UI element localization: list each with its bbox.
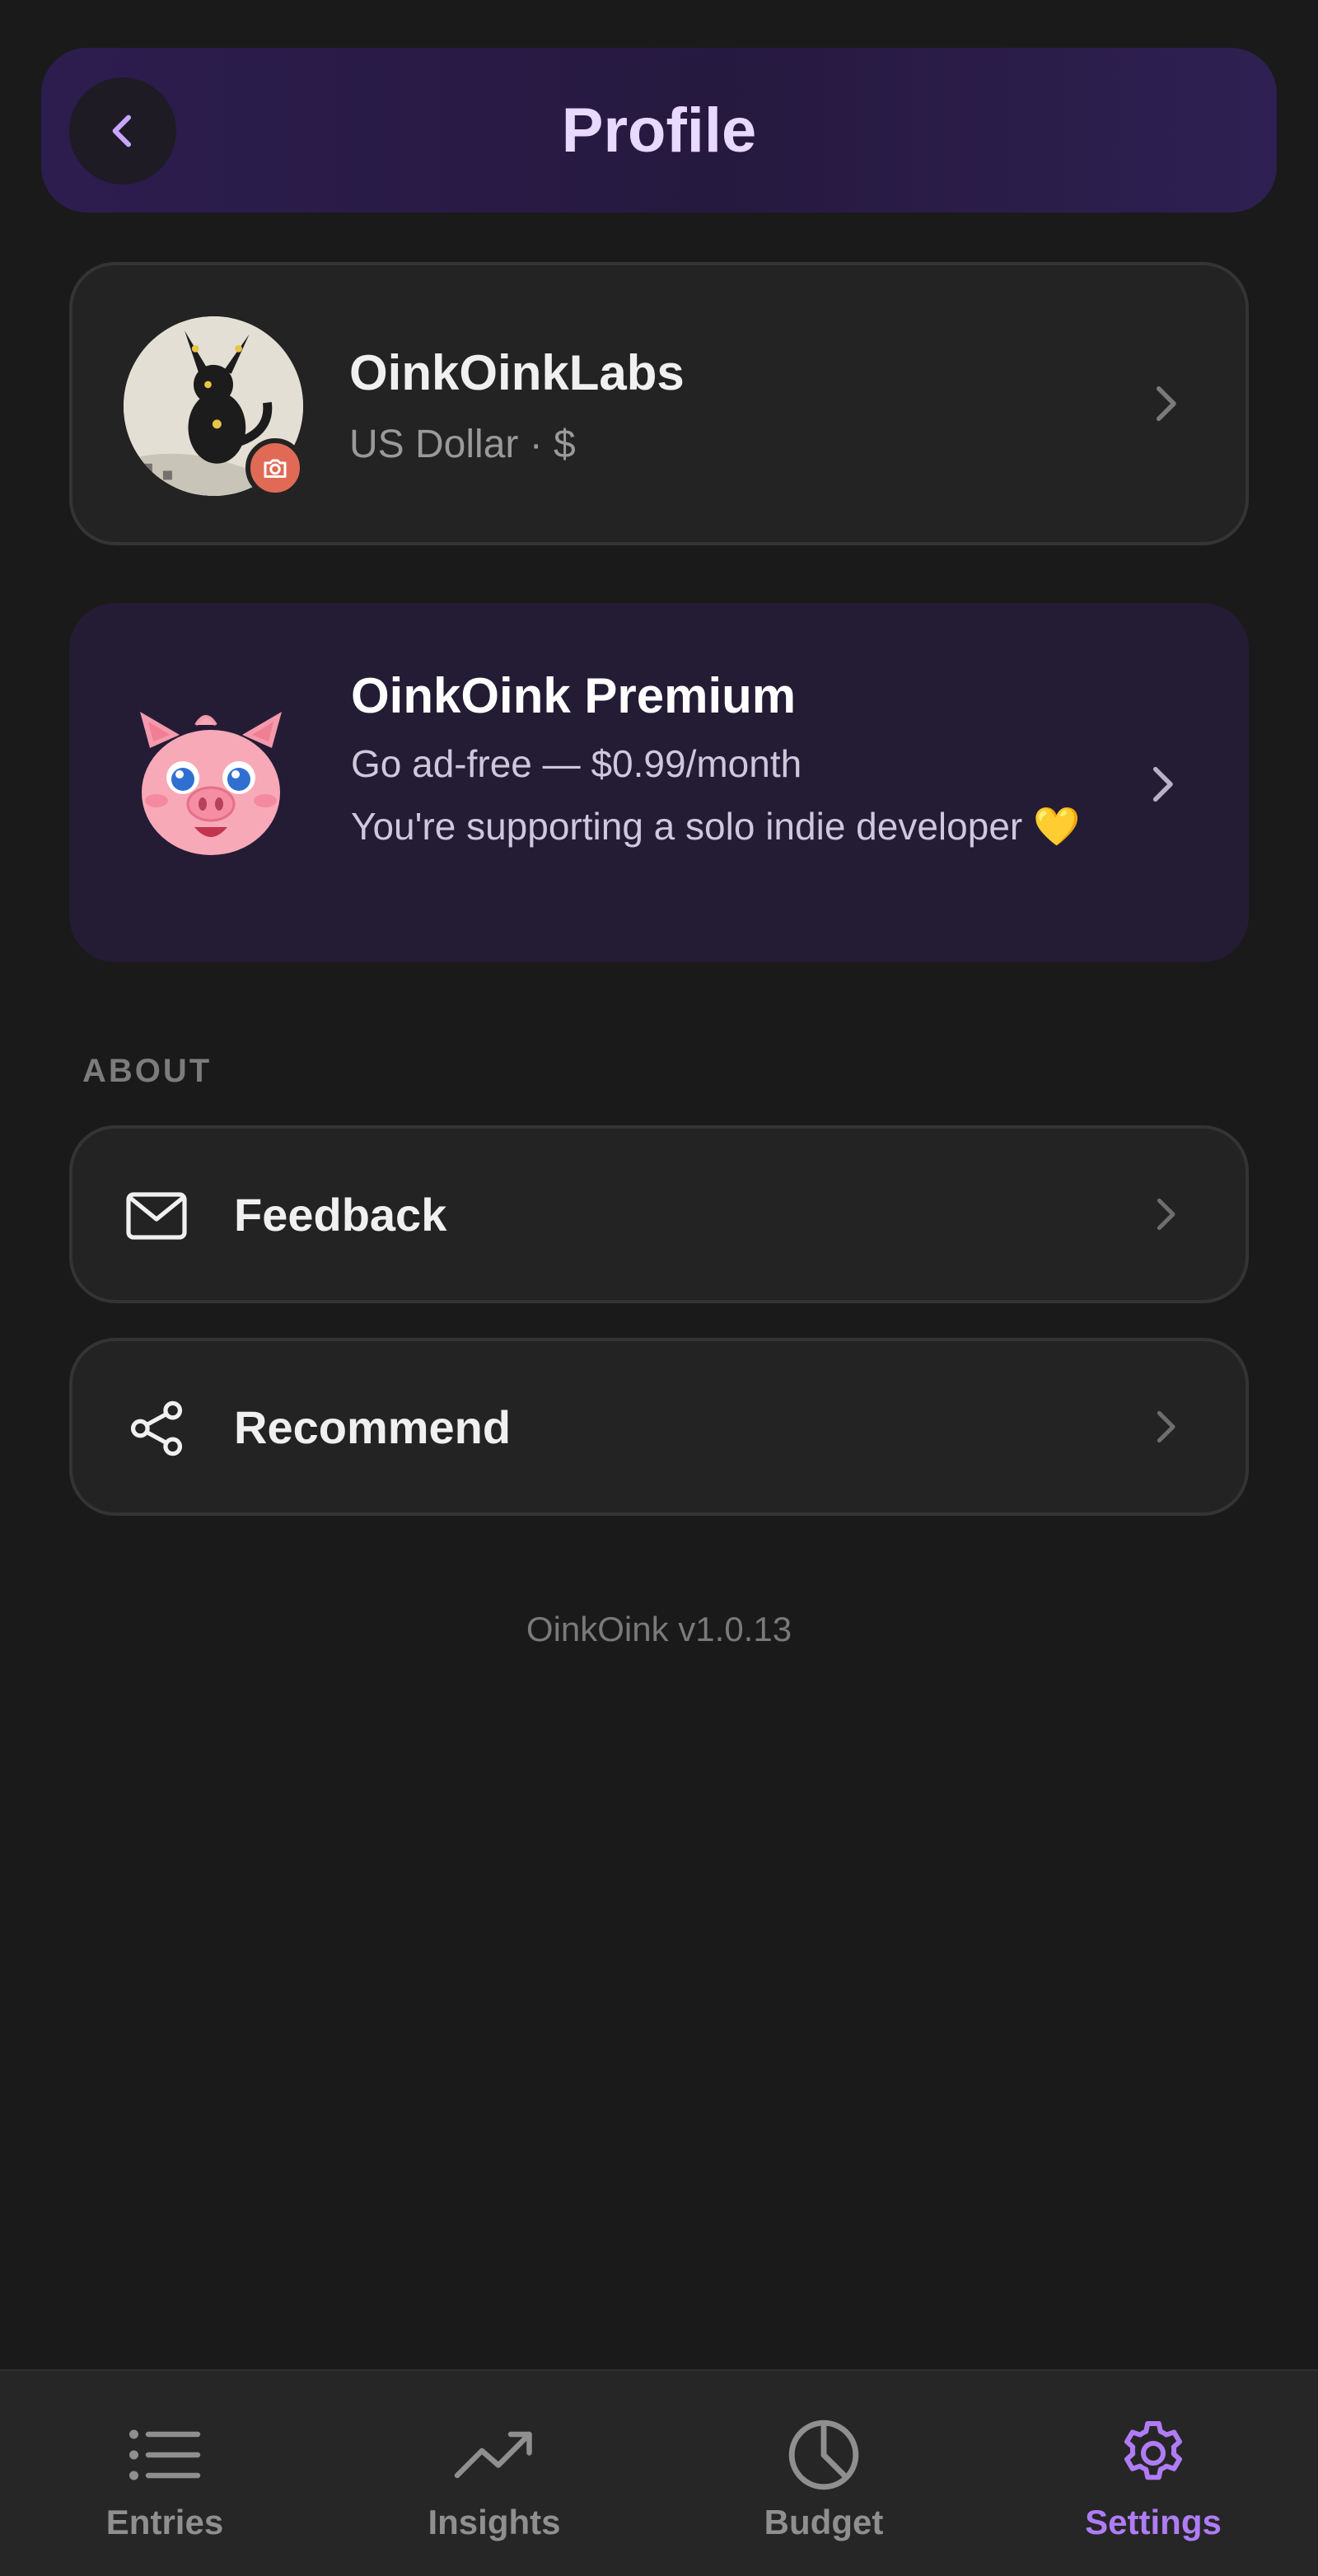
recommend-label: Recommend [234,1400,512,1453]
nav-label-settings: Settings [1085,2503,1222,2541]
list-icon [124,2414,206,2496]
premium-price: Go ad-free — $0.99/month [351,742,802,785]
premium-support-text: You're supporting a solo indie developer… [351,805,1081,848]
nav-item-settings[interactable]: Settings [988,2371,1318,2576]
nav-item-entries[interactable]: Entries [0,2371,330,2576]
premium-title: OinkOink Premium [351,668,797,723]
back-button[interactable] [69,77,176,185]
mail-icon [124,1183,189,1249]
profile-currency: US Dollar · $ [349,423,576,466]
chevron-right-icon [1140,1190,1189,1239]
share-icon [124,1396,189,1461]
nav-item-insights[interactable]: Insights [330,2371,659,2576]
header-bar: Profile [41,48,1277,213]
chevron-left-icon [112,115,132,147]
chevron-right-icon [1140,379,1189,428]
profile-name: OinkOinkLabs [349,345,685,400]
nav-label-budget: Budget [764,2503,884,2541]
feedback-label: Feedback [234,1188,447,1241]
premium-card[interactable]: OinkOink Premium Go ad-free — $0.99/mont… [69,603,1249,962]
pie-chart-icon [783,2414,865,2496]
chevron-right-icon [1140,1402,1189,1452]
pig-mascot-icon [140,712,282,855]
nav-item-budget[interactable]: Budget [659,2371,988,2576]
trend-icon [453,2414,535,2496]
profile-card[interactable]: OinkOinkLabs US Dollar · $ [69,262,1249,545]
nav-label-entries: Entries [105,2503,224,2541]
section-label-about: ABOUT [82,1053,213,1089]
camera-icon[interactable] [245,438,305,498]
bottom-nav: Entries Insights Budget Settings [0,2369,1318,2576]
feedback-row[interactable]: Feedback [69,1125,1249,1303]
page-title: Profile [561,95,757,166]
gear-icon [1112,2414,1194,2496]
recommend-row[interactable]: Recommend [69,1338,1249,1516]
chevron-right-icon [1137,760,1186,809]
nav-label-insights: Insights [428,2503,561,2541]
app-version: OinkOink v1.0.13 [526,1610,792,1648]
